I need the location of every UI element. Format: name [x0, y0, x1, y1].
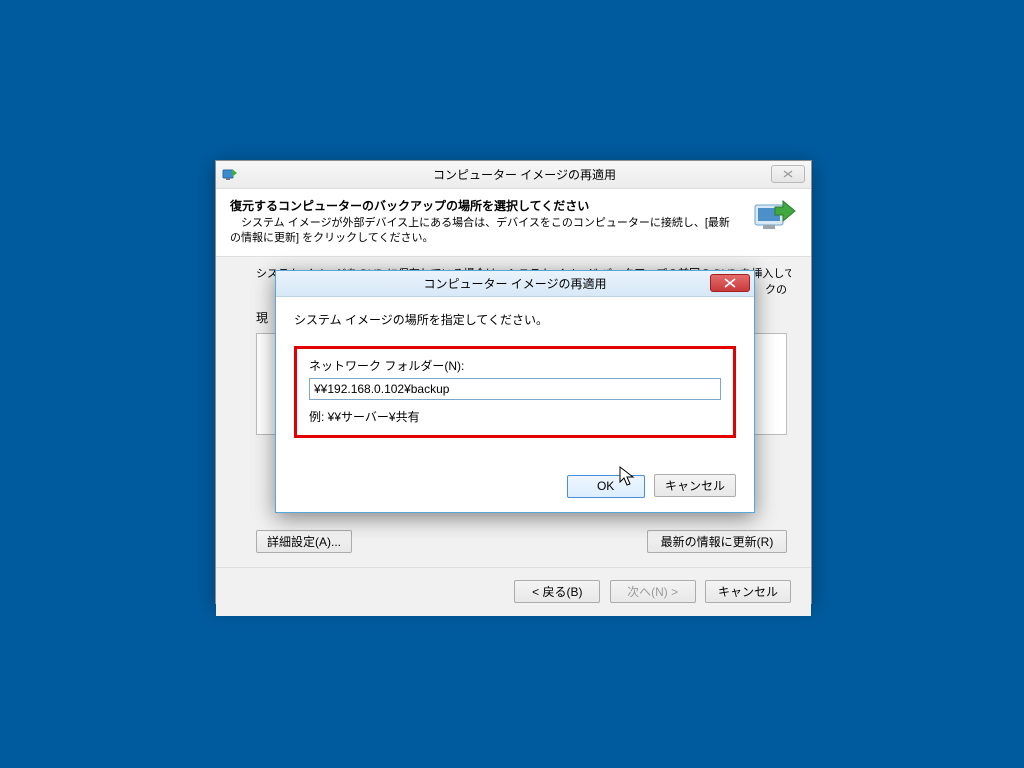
network-folder-label: ネットワーク フォルダー(N): — [309, 357, 721, 374]
wizard-title: コンピューター イメージの再適用 — [238, 166, 811, 183]
network-folder-input[interactable] — [309, 378, 721, 400]
refresh-button[interactable]: 最新の情報に更新(R) — [647, 530, 787, 553]
wizard-titlebar: コンピューター イメージの再適用 — [216, 161, 811, 189]
network-folder-dialog: コンピューター イメージの再適用 システム イメージの場所を指定してください。 … — [275, 270, 755, 513]
dialog-close-button[interactable] — [710, 274, 750, 292]
dialog-body: システム イメージの場所を指定してください。 ネットワーク フォルダー(N): … — [276, 297, 754, 454]
dialog-titlebar: コンピューター イメージの再適用 — [276, 271, 754, 297]
ok-button[interactable]: OK — [567, 475, 645, 498]
next-button: 次へ(N) > — [610, 580, 696, 603]
wizard-sysicon — [222, 167, 238, 183]
cancel-button[interactable]: キャンセル — [654, 474, 736, 497]
wizard-footer: < 戻る(B) 次へ(N) > キャンセル — [216, 568, 811, 616]
network-folder-example: 例: ¥¥サーバー¥共有 — [309, 408, 721, 425]
wizard-close-button — [771, 165, 805, 183]
advanced-button[interactable]: 詳細設定(A)... — [256, 530, 352, 553]
wizard-subtext: システム イメージが外部デバイス上にある場合は、デバイスをこのコンピューターに接… — [230, 216, 739, 246]
wizard-cancel-button[interactable]: キャンセル — [705, 580, 791, 603]
wizard-heading: 復元するコンピューターのバックアップの場所を選択してください — [230, 197, 739, 214]
back-button[interactable]: < 戻る(B) — [514, 580, 600, 603]
dialog-instruction: システム イメージの場所を指定してください。 — [294, 311, 736, 328]
restore-icon — [749, 197, 797, 237]
current-label-fragment: 現 — [256, 309, 268, 326]
dvd-hint-line2: クの — [765, 281, 787, 297]
dialog-title: コンピューター イメージの再適用 — [276, 275, 754, 292]
dialog-buttons: OK キャンセル — [276, 454, 754, 512]
wizard-header: 復元するコンピューターのバックアップの場所を選択してください システム イメージ… — [216, 189, 811, 256]
highlight-box: ネットワーク フォルダー(N): 例: ¥¥サーバー¥共有 — [294, 346, 736, 438]
